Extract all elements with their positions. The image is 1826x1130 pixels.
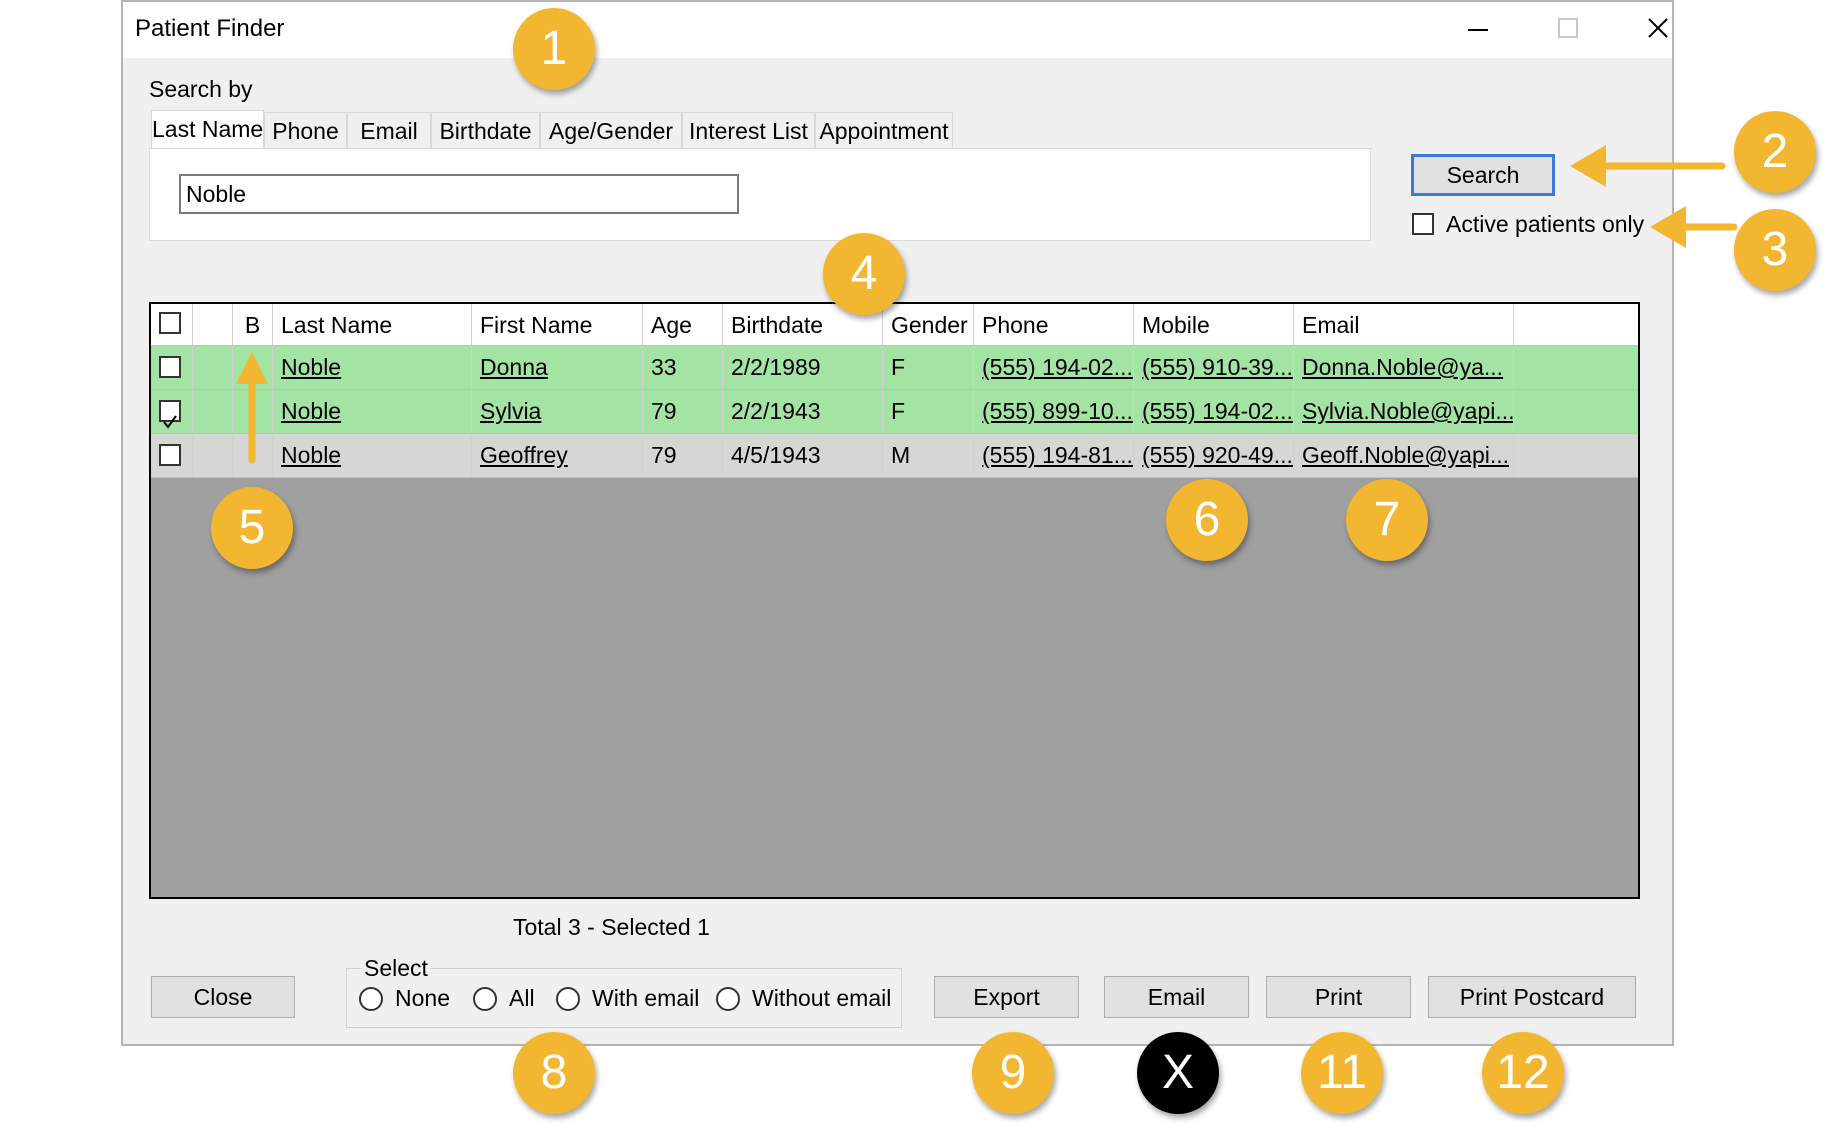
callout-5: 5 [211,487,293,569]
callout-9: 9 [972,1032,1054,1114]
annotation-arrows [236,145,1738,464]
callout-4: 4 [823,233,905,315]
callout-6: 6 [1166,479,1248,561]
callout-8: 8 [513,1032,595,1114]
callout-3: 3 [1734,209,1816,291]
callout-11: 11 [1301,1032,1383,1114]
callout-1: 1 [513,8,595,90]
callout-2: 2 [1734,111,1816,193]
callout-7: 7 [1346,479,1428,561]
callout-x: X [1137,1032,1219,1114]
callout-12: 12 [1482,1032,1564,1114]
